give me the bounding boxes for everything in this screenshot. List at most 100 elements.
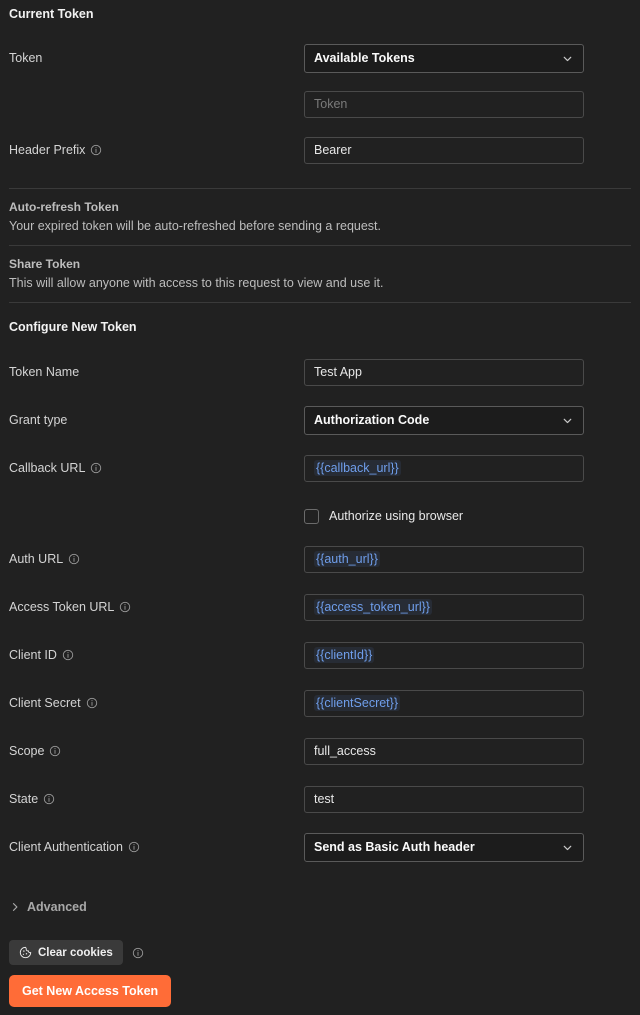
control-client-authentication: Send as Basic Auth header bbox=[304, 832, 584, 862]
row-header-prefix: Header Prefix Bearer bbox=[0, 133, 640, 167]
label-token-name-text: Token Name bbox=[9, 365, 80, 379]
configure-fields-list: Token Name Test App Grant type Authorizatio… bbox=[0, 355, 640, 878]
cookie-icon bbox=[19, 946, 32, 959]
chevron-right-icon bbox=[9, 901, 21, 913]
control-client-secret: {{clientSecret}} bbox=[304, 689, 584, 717]
info-circle-icon[interactable] bbox=[90, 144, 102, 156]
row-spacer bbox=[0, 720, 640, 734]
auto-refresh-section: Auto-refresh Token Your expired token wi… bbox=[0, 189, 640, 245]
label-token-text: Token bbox=[9, 51, 43, 65]
control-access-token-url: {{access_token_url}} bbox=[304, 593, 584, 621]
control-state: test bbox=[304, 785, 584, 813]
scope-input[interactable]: full_access bbox=[304, 737, 584, 765]
info-circle-icon[interactable] bbox=[86, 697, 98, 709]
auth-url-input[interactable]: {{auth_url}} bbox=[304, 545, 584, 573]
advanced-label: Advanced bbox=[27, 900, 87, 914]
row-token-name: Token Name Test App bbox=[0, 355, 640, 389]
label-client-id: Client ID bbox=[9, 647, 304, 663]
label-auth-url: Auth URL bbox=[9, 551, 304, 567]
row-auth-url: Auth URL {{auth_url}} bbox=[0, 542, 640, 576]
info-circle-icon[interactable] bbox=[43, 793, 55, 805]
row-token: Token Available Tokens bbox=[0, 41, 640, 75]
label-grant-type-text: Grant type bbox=[9, 413, 68, 427]
authorize-using-browser-checkbox-row[interactable]: Authorize using browser bbox=[304, 500, 584, 532]
row-spacer bbox=[0, 624, 640, 638]
row-state: State test bbox=[0, 782, 640, 816]
get-new-access-token-button[interactable]: Get New Access Token bbox=[9, 975, 172, 1007]
authorize-using-browser-checkbox[interactable] bbox=[304, 508, 319, 524]
control-callback-url: {{callback_url}} bbox=[304, 454, 584, 482]
info-circle-icon[interactable] bbox=[119, 601, 131, 613]
label-token: Token bbox=[9, 50, 304, 66]
control-header-prefix: Bearer bbox=[304, 136, 584, 164]
label-token-name: Token Name bbox=[9, 364, 304, 380]
get-new-access-token-label: Get New Access Token bbox=[22, 984, 159, 998]
label-client-secret: Client Secret bbox=[9, 695, 304, 711]
client-secret-variable: {{clientSecret}} bbox=[314, 695, 401, 711]
clear-cookies-row: Clear cookies bbox=[9, 940, 640, 965]
client-authentication-select-value: Send as Basic Auth header bbox=[314, 840, 475, 854]
row-spacer bbox=[0, 389, 640, 403]
control-grant-type: Authorization Code bbox=[304, 405, 584, 435]
control-token-name: Test App bbox=[304, 358, 584, 386]
clear-cookies-button[interactable]: Clear cookies bbox=[9, 940, 123, 965]
row-token-value: Token bbox=[0, 87, 640, 121]
row-spacer bbox=[0, 437, 640, 451]
label-client-authentication-text: Client Authentication bbox=[9, 840, 123, 854]
label-auth-url-text: Auth URL bbox=[9, 552, 64, 566]
scope-value: full_access bbox=[314, 744, 376, 758]
label-scope: Scope bbox=[9, 743, 304, 759]
control-client-id: {{clientId}} bbox=[304, 641, 584, 669]
row-client-secret: Client Secret {{clientSecret}} bbox=[0, 686, 640, 720]
header-prefix-input[interactable]: Bearer bbox=[304, 136, 584, 164]
chevron-down-icon bbox=[561, 52, 574, 65]
label-access-token-url-text: Access Token URL bbox=[9, 600, 115, 614]
share-token-section: Share Token This will allow anyone with … bbox=[0, 246, 640, 302]
row-spacer bbox=[0, 576, 640, 590]
token-select[interactable]: Available Tokens bbox=[304, 43, 584, 73]
row-grant-type: Grant type Authorization Code bbox=[0, 403, 640, 437]
auth-url-variable: {{auth_url}} bbox=[314, 551, 380, 567]
access-token-url-variable: {{access_token_url}} bbox=[314, 599, 432, 615]
client-id-variable: {{clientId}} bbox=[314, 647, 375, 663]
auto-refresh-description: Your expired token will be auto-refreshe… bbox=[9, 219, 381, 233]
chevron-down-icon bbox=[561, 414, 574, 427]
info-circle-icon[interactable] bbox=[49, 745, 61, 757]
token-name-value: Test App bbox=[314, 365, 362, 379]
label-client-secret-text: Client Secret bbox=[9, 696, 81, 710]
control-authorize-using-browser: Authorize using browser bbox=[304, 500, 584, 532]
client-id-input[interactable]: {{clientId}} bbox=[304, 641, 584, 669]
control-token: Available Tokens bbox=[304, 43, 584, 73]
state-input[interactable]: test bbox=[304, 785, 584, 813]
clear-cookies-label: Clear cookies bbox=[38, 946, 113, 959]
row-spacer bbox=[0, 816, 640, 830]
row-client-authentication: Client Authentication Send as Basic Auth … bbox=[0, 830, 640, 864]
label-header-prefix: Header Prefix bbox=[9, 142, 304, 158]
row-authorize-using-browser: Authorize using browser bbox=[0, 499, 640, 533]
row-access-token-url: Access Token URL {{access_token_url}} bbox=[0, 590, 640, 624]
access-token-url-input[interactable]: {{access_token_url}} bbox=[304, 593, 584, 621]
info-circle-icon[interactable] bbox=[68, 553, 80, 565]
oauth2-auth-panel: Current Token Token Available Tokens Tok… bbox=[0, 0, 640, 1015]
authorize-using-browser-label: Authorize using browser bbox=[329, 509, 464, 523]
advanced-toggle[interactable]: Advanced bbox=[0, 894, 640, 920]
info-circle-icon[interactable] bbox=[132, 947, 144, 959]
info-circle-icon[interactable] bbox=[128, 841, 140, 853]
client-secret-input[interactable]: {{clientSecret}} bbox=[304, 689, 584, 717]
client-authentication-select[interactable]: Send as Basic Auth header bbox=[304, 832, 584, 862]
info-circle-icon[interactable] bbox=[62, 649, 74, 661]
grant-type-select[interactable]: Authorization Code bbox=[304, 405, 584, 435]
callback-url-input[interactable]: {{callback_url}} bbox=[304, 454, 584, 482]
configure-new-token-heading: Configure New Token bbox=[9, 320, 137, 334]
token-input[interactable]: Token bbox=[304, 90, 584, 118]
control-token-value: Token bbox=[304, 90, 584, 118]
info-circle-icon[interactable] bbox=[90, 462, 102, 474]
row-spacer bbox=[0, 485, 640, 499]
row-spacer bbox=[0, 533, 640, 542]
label-grant-type: Grant type bbox=[9, 412, 304, 428]
token-name-input[interactable]: Test App bbox=[304, 358, 584, 386]
row-spacer bbox=[0, 864, 640, 878]
share-token-title: Share Token bbox=[9, 257, 81, 271]
label-access-token-url: Access Token URL bbox=[9, 599, 304, 615]
label-state-text: State bbox=[9, 792, 39, 806]
